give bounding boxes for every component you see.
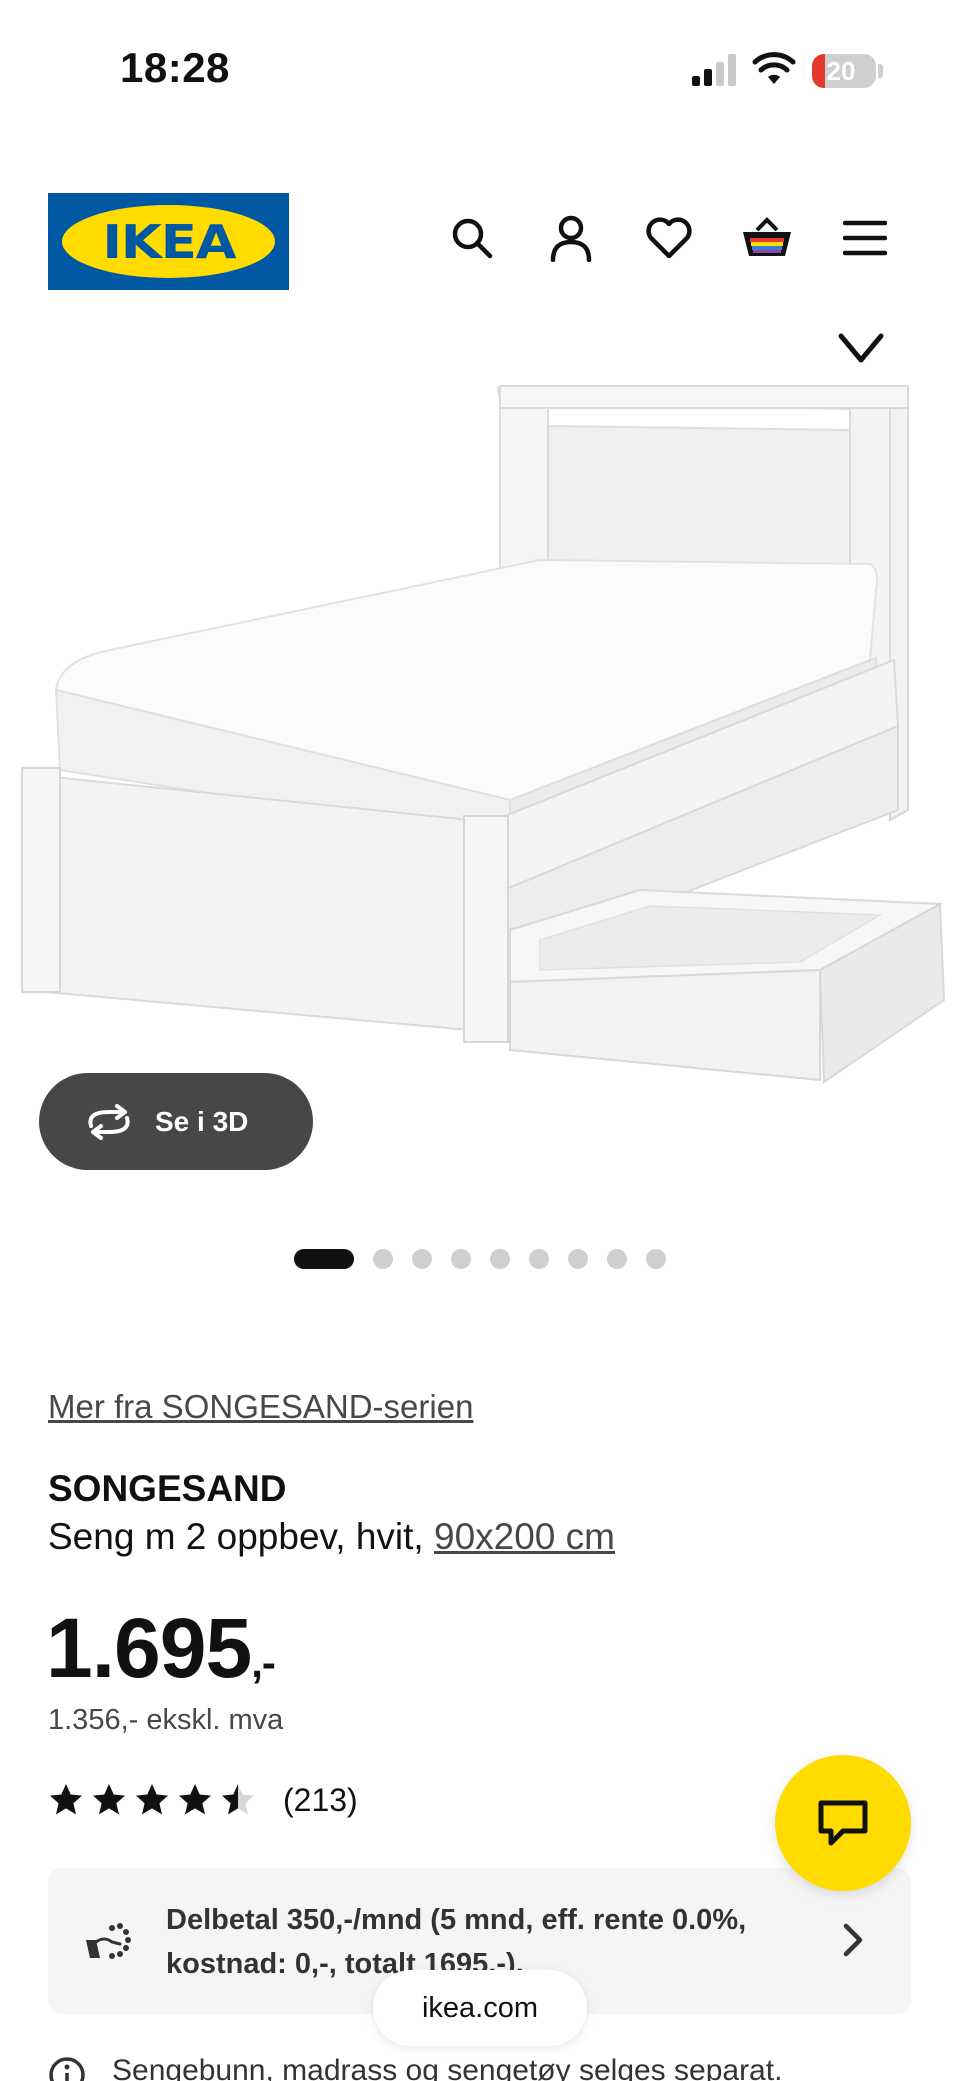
info-icon: [49, 2057, 85, 2081]
product-description-text: Seng m 2 oppbev, hvit,: [48, 1516, 434, 1557]
product-name: SONGESAND: [48, 1468, 287, 1509]
basket-icon[interactable]: [741, 212, 793, 264]
series-link[interactable]: Mer fra SONGESAND-serien: [48, 1388, 473, 1426]
star-icon: [50, 1784, 82, 1815]
rating-stars: [48, 1782, 256, 1818]
user-icon[interactable]: [545, 212, 597, 264]
size-link[interactable]: 90x200 cm: [434, 1516, 615, 1557]
star-icon: [93, 1784, 125, 1815]
carousel-dot[interactable]: [294, 1249, 354, 1269]
wifi-icon: [752, 52, 796, 84]
carousel-dot[interactable]: [490, 1249, 510, 1269]
site-header: IKEA: [0, 190, 960, 300]
payment-hand-icon: [86, 1923, 131, 1959]
price-value: 1.695: [46, 1601, 252, 1695]
menu-icon[interactable]: [839, 212, 891, 264]
carousel-indicator[interactable]: [0, 1244, 960, 1274]
price-suffix: ,-: [251, 1639, 276, 1686]
rotate-3d-icon: [88, 1103, 130, 1140]
carousel-dot[interactable]: [373, 1249, 393, 1269]
carousel-dot[interactable]: [412, 1249, 432, 1269]
carousel-dot[interactable]: [646, 1249, 666, 1269]
url-bar[interactable]: ikea.com: [373, 1970, 587, 2046]
product-price: 1.695,-: [46, 1600, 276, 1697]
chat-icon: [818, 1800, 868, 1846]
star-icon: [136, 1784, 168, 1815]
heart-icon[interactable]: [643, 212, 695, 264]
chevron-right-icon: [843, 1923, 863, 1957]
product-description: Seng m 2 oppbev, hvit, 90x200 cm: [48, 1516, 615, 1558]
chat-button[interactable]: [775, 1755, 911, 1891]
ikea-logo[interactable]: IKEA: [48, 193, 289, 290]
carousel-dot[interactable]: [568, 1249, 588, 1269]
battery-level: 20: [826, 55, 856, 86]
rating-count[interactable]: (213): [283, 1782, 358, 1819]
carousel-dot[interactable]: [529, 1249, 549, 1269]
search-icon[interactable]: [446, 212, 498, 264]
status-time: 18:28: [120, 44, 230, 91]
battery-nub: [878, 64, 883, 78]
logo-oval: IKEA: [62, 205, 275, 278]
carousel-dot[interactable]: [451, 1249, 471, 1269]
carousel-dot[interactable]: [607, 1249, 627, 1269]
rating[interactable]: (213): [48, 1780, 358, 1820]
see-in-3d-button[interactable]: Se i 3D: [39, 1073, 313, 1170]
chevron-down-icon[interactable]: [836, 328, 886, 368]
see-in-3d-label: Se i 3D: [155, 1105, 249, 1137]
battery-indicator: 20: [812, 54, 876, 88]
logo-text: IKEA: [101, 214, 236, 269]
status-bar: 18:28 20: [0, 0, 960, 140]
product-image[interactable]: [0, 370, 960, 1090]
star-icon: [222, 1784, 254, 1815]
cellular-signal-icon: [692, 54, 736, 86]
note-text: Sengebunn, madrass og sengetøy selges se…: [112, 2054, 783, 2081]
price-ex-vat: 1.356,- ekskl. mva: [48, 1704, 284, 1736]
star-icon: [179, 1784, 211, 1815]
product-note: Sengebunn, madrass og sengetøy selges se…: [48, 2050, 928, 2081]
